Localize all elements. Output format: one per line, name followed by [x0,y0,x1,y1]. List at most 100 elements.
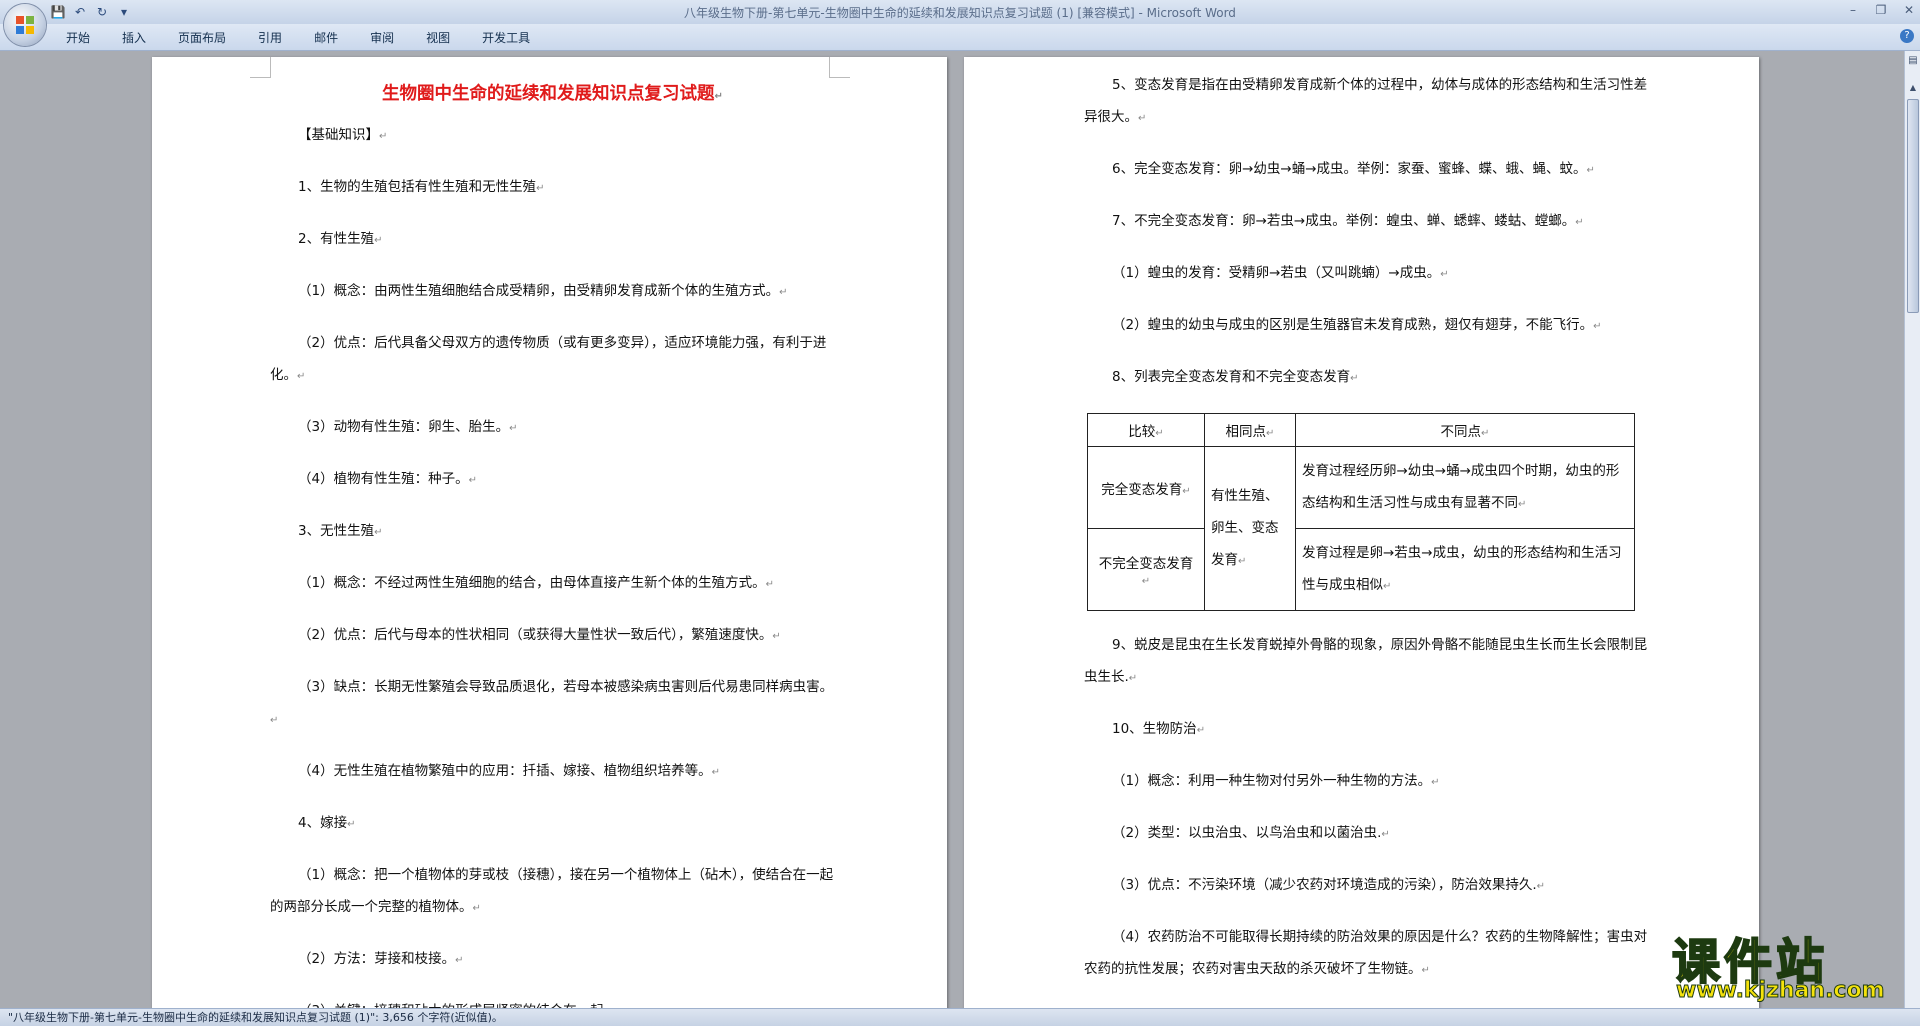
paragraph-text: （2）蝗虫的幼虫与成虫的区别是生殖器官未发育成熟，翅仅有翅芽，不能飞行。 [1112,317,1594,333]
quick-access-toolbar: 💾 ↶ ↻ ▾ [50,3,132,21]
paragraph-text: （1）概念：把一个植物体的芽或枝（接穗），接在另一个植物体上（砧木），使结合在一… [270,867,834,915]
paragraph: （1）概念：利用一种生物对付另外一种生物的方法。↵ [1084,765,1659,799]
paragraph-text: （3）动物有性生殖：卵生、胎生。 [298,419,510,435]
document-page-right[interactable]: 5、变态发育是指在由受精卵发育成新个体的过程中，幼体与成体的形态结构和生活习性差… [964,57,1759,1008]
window-title: 八年级生物下册-第七单元-生物圈中生命的延续和发展知识点复习试题 (1) [兼容… [684,6,1236,20]
scroll-up-arrow-icon[interactable]: ▲ [1906,81,1920,95]
paragraph-mark: ↵ [1586,165,1595,176]
save-icon[interactable]: 💾 [50,4,66,20]
paragraph: （4）农药防治不可能取得长期持续的防治效果的原因是什么？农药的生物降解性；害虫对… [1084,921,1659,987]
undo-icon[interactable]: ↶ [72,4,88,20]
paragraph-mark: ↵ [1138,113,1147,124]
paragraph-mark: ↵ [472,903,481,914]
paragraph: （1）概念：由两性生殖细胞结合成受精卵，由受精卵发育成新个体的生殖方式。↵ [270,275,835,309]
tab-review[interactable]: 审阅 [354,29,410,47]
document-title: 生物圈中生命的延续和发展知识点复习试题↵ [382,84,723,104]
paragraph: 10、生物防治↵ [1084,713,1659,747]
paragraph: （1）概念：不经过两性生殖细胞的结合，由母体直接产生新个体的生殖方式。↵ [270,567,835,601]
paragraph-text: 9、蜕皮是昆虫在生长发育蜕掉外骨骼的现象，原因外骨骼不能随昆虫生长而生长会限制昆… [1084,637,1648,685]
paragraph: （2）类型：以虫治虫、以鸟治虫和以菌治虫.↵ [1084,817,1659,851]
paragraph: 7、不完全变态发育：卵→若虫→成虫。举例：蝗虫、蝉、蟋蟀、蝼蛄、螳螂。↵ [1084,205,1659,239]
tab-references[interactable]: 引用 [242,29,298,47]
tab-view[interactable]: 视图 [410,29,466,47]
customize-toolbar-icon[interactable]: ▾ [116,4,132,20]
paragraph: 5、变态发育是指在由受精卵发育成新个体的过程中，幼体与成体的形态结构和生活习性差… [1084,69,1659,135]
paragraph-text: （1）概念：利用一种生物对付另外一种生物的方法。 [1112,773,1432,789]
minimize-button[interactable]: – [1846,2,1860,18]
paragraph: 6、完全变态发育：卵→幼虫→蛹→成虫。举例：家蚕、蜜蜂、蝶、蛾、蝇、蚊。↵ [1084,153,1659,187]
paragraph: （3）优点：不污染环境（减少农药对环境造成的污染），防治效果持久.↵ [1084,869,1659,903]
paragraph-text: 【基础知识】 [298,127,379,143]
paragraph: （3）关键：接穗和砧木的形成层紧密的结合在一起。↵ [270,995,835,1008]
paragraph: 1、生物的生殖包括有性生殖和无性生殖↵ [270,171,835,205]
paragraph-mark: ↵ [1381,829,1390,840]
paragraph-mark: ↵ [455,955,464,966]
paragraph: （4）植物有性生殖：种子。↵ [270,463,835,497]
paragraph-mark: ↵ [1196,725,1206,736]
table-cell-common: 有性生殖、卵生、变态发育↵ [1204,446,1296,611]
table-cell-name: 完全变态发育↵ [1087,446,1205,529]
paragraph-mark: ↵ [711,767,720,778]
paragraph: （3）缺点：长期无性繁殖会导致品质退化，若母本被感染病虫害则后代易患同样病虫害。… [270,671,835,737]
paragraph-mark: ↵ [1575,217,1584,228]
right-paragraphs-bottom: 9、蜕皮是昆虫在生长发育蜕掉外骨骼的现象，原因外骨骼不能随昆虫生长而生长会限制昆… [1084,629,1659,987]
paragraph-mark: ↵ [1440,269,1449,280]
document-workspace: 生物圈中生命的延续和发展知识点复习试题↵ 【基础知识】↵ 1、生物的生殖包括有性生… [0,51,1900,1008]
paragraph-mark: ↵ [1431,777,1440,788]
table-header-row: 比较↵ 相同点↵ 不同点↵ [1087,413,1635,447]
paragraph: （2）优点：后代具备父母双方的遗传物质（或有更多变异），适应环境能力强，有利于进… [270,327,835,393]
comparison-table: 比较↵ 相同点↵ 不同点↵ 完全变态发育↵ 有性生殖、卵生、变态发育↵ 发育过程… [1087,413,1635,611]
paragraph-text: （2）优点：后代与母本的性状相同（或获得大量性状一致后代），繁殖速度快。 [298,627,773,643]
ribbon-tabs: 开始 插入 页面布局 引用 邮件 审阅 视图 开发工具 [50,29,546,47]
paragraph-text: 7、不完全变态发育：卵→若虫→成虫。举例：蝗虫、蝉、蟋蟀、蝼蛄、螳螂。 [1112,213,1576,229]
paragraph-mark: ↵ [270,715,279,726]
office-button[interactable] [4,4,46,46]
maximize-button[interactable]: ❐ [1874,2,1888,18]
paragraph-mark: ↵ [379,131,388,142]
paragraph: （1）蝗虫的发育：受精卵→若虫（又叫跳蝻）→成虫。↵ [1084,257,1659,291]
ruler-toggle-icon[interactable]: ▤ [1906,55,1920,69]
tab-developer[interactable]: 开发工具 [466,29,546,47]
paragraph: （1）概念：把一个植物体的芽或枝（接穗），接在另一个植物体上（砧木），使结合在一… [270,859,835,925]
margin-marker [250,57,271,78]
ribbon: 开始 插入 页面布局 引用 邮件 审阅 视图 开发工具 ? [0,24,1920,51]
paragraph-mark: ↵ [1421,965,1430,976]
tab-home[interactable]: 开始 [50,29,106,47]
table-header-cell: 相同点↵ [1204,413,1296,447]
table-cell-diff: 发育过程是卵→若虫→成虫，幼虫的形态结构和生活习性与成虫相似↵ [1295,528,1635,611]
paragraph-mark: ↵ [468,475,477,486]
paragraph-text: （4）植物有性生殖：种子。 [298,471,469,487]
watermark-logo: 课件站 www.kjzhan.com [1668,922,1908,1004]
tab-page-layout[interactable]: 页面布局 [162,29,242,47]
redo-icon[interactable]: ↻ [94,4,110,20]
paragraph-text: 5、变态发育是指在由受精卵发育成新个体的过程中，幼体与成体的形态结构和生活习性差… [1084,77,1648,125]
table-row: 完全变态发育↵ 有性生殖、卵生、变态发育↵ 发育过程经历卵→幼虫→蛹→成虫四个时… [1087,446,1635,611]
left-paragraphs: 【基础知识】↵ 1、生物的生殖包括有性生殖和无性生殖↵ 2、有性生殖↵ （1）概念：由… [270,119,835,1008]
paragraph-text: （4）无性生殖在植物繁殖中的应用：扦插、嫁接、植物组织培养等。 [298,763,712,779]
help-icon[interactable]: ? [1900,29,1914,43]
vertical-scrollbar[interactable]: ▤ ▲ [1904,51,1920,1008]
paragraph-mark: ↵ [374,235,383,246]
paragraph-mark: ↵ [509,423,518,434]
close-button[interactable]: ✕ [1902,2,1916,18]
paragraph-text: （2）类型：以虫治虫、以鸟治虫和以菌治虫. [1112,825,1382,841]
paragraph: （3）动物有性生殖：卵生、胎生。↵ [270,411,835,445]
tab-insert[interactable]: 插入 [106,29,162,47]
table-row: 不完全变态发育↵ 发育过程是卵→若虫→成虫，幼虫的形态结构和生活习性与成虫相似↵ [1087,528,1635,611]
table-header-cell: 不同点↵ [1295,413,1635,447]
status-text: "八年级生物下册-第七单元-生物圈中生命的延续和发展知识点复习试题 (1)": … [8,1011,503,1024]
paragraph-mark: ↵ [1350,373,1359,384]
paragraph-mark: ↵ [347,819,356,830]
window-controls: – ❐ ✕ [1846,2,1916,18]
paragraph: （4）无性生殖在植物繁殖中的应用：扦插、嫁接、植物组织培养等。↵ [270,755,835,789]
status-bar: "八年级生物下册-第七单元-生物圈中生命的延续和发展知识点复习试题 (1)": … [0,1008,1920,1026]
watermark-url: www.kjzhan.com [1676,978,1886,1004]
paragraph-text: 4、嫁接 [298,815,348,831]
table-header-cell: 比较↵ [1087,413,1205,447]
tab-mailings[interactable]: 邮件 [298,29,354,47]
document-page-left[interactable]: 生物圈中生命的延续和发展知识点复习试题↵ 【基础知识】↵ 1、生物的生殖包括有性生… [152,57,947,1008]
paragraph-mark: ↵ [1536,881,1546,892]
paragraph-text: （3）缺点：长期无性繁殖会导致品质退化，若母本被感染病虫害则后代易患同样病虫害。 [298,679,834,695]
paragraph-text: 8、列表完全变态发育和不完全变态发育 [1112,369,1351,385]
scroll-thumb[interactable] [1907,99,1919,313]
